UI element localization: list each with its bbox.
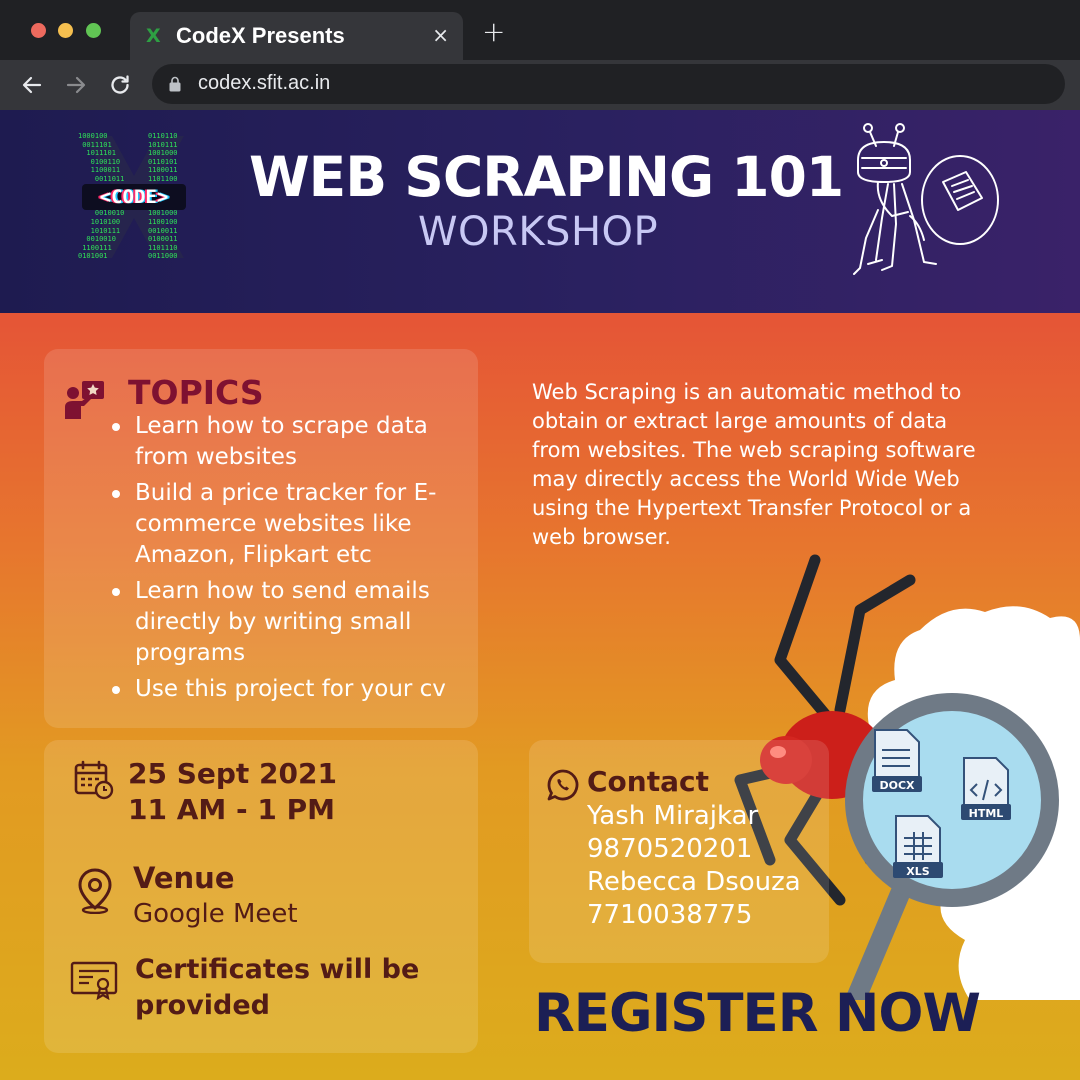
robot-spider-icon	[853, 123, 999, 275]
topic-item: Learn how to send emails directly by wri…	[110, 576, 470, 669]
contact-card: Contact Yash Mirajkar 9870520201 Rebecca…	[529, 740, 829, 963]
contact-phone-2[interactable]: 7710038775	[587, 899, 801, 932]
tab-close-icon[interactable]: ×	[432, 24, 449, 46]
poster-header: 1000100 0011101 1011101 0100110 1100011 …	[0, 110, 1080, 313]
contact-details: Yash Mirajkar 9870520201 Rebecca Dsouza …	[587, 800, 801, 932]
forward-arrow-icon[interactable]	[62, 71, 90, 99]
topics-card: TOPICS Learn how to scrape data from web…	[44, 349, 478, 728]
html-label: HTML	[969, 807, 1004, 820]
address-bar[interactable]: codex.sfit.ac.in	[152, 64, 1065, 104]
codex-favicon-icon: X	[146, 25, 161, 47]
contact-phone-1[interactable]: 9870520201	[587, 833, 801, 866]
poster-title: WEB SCRAPING 101	[249, 145, 844, 209]
minimize-window-button[interactable]	[58, 23, 73, 38]
browser-titlebar: X CodeX Presents × +	[0, 0, 1080, 60]
contact-heading: Contact	[587, 765, 709, 798]
topics-list: Learn how to scrape data from websites B…	[110, 411, 470, 710]
topic-item: Learn how to scrape data from websites	[110, 411, 470, 473]
workshop-poster: 1000100 0011101 1011101 0100110 1100011 …	[0, 110, 1080, 1080]
event-info-card: 25 Sept 2021 11 AM - 1 PM Venue Google M…	[44, 740, 478, 1053]
topics-heading: TOPICS	[128, 373, 264, 412]
browser-tab-active[interactable]: X CodeX Presents ×	[130, 12, 463, 60]
event-time: 11 AM - 1 PM	[128, 793, 335, 826]
topic-item: Build a price tracker for E-commerce web…	[110, 478, 470, 571]
venue-value: Google Meet	[133, 899, 298, 929]
venue-label: Venue	[133, 861, 235, 895]
lock-icon	[169, 76, 181, 92]
url-text: codex.sfit.ac.in	[198, 72, 331, 94]
location-pin-icon	[78, 868, 112, 914]
back-arrow-icon[interactable]	[18, 71, 46, 99]
presenter-icon	[65, 381, 104, 419]
close-window-button[interactable]	[31, 23, 46, 38]
event-date-time: 25 Sept 2021 11 AM - 1 PM	[128, 756, 337, 828]
calendar-icon	[74, 760, 114, 800]
contact-name-1: Yash Mirajkar	[587, 801, 759, 831]
register-now-cta[interactable]: REGISTER NOW	[534, 982, 981, 1046]
codex-logo: 1000100 0011101 1011101 0100110 1100011 …	[78, 132, 190, 262]
contact-name-2: Rebecca Dsouza	[587, 867, 801, 897]
whatsapp-icon	[547, 769, 579, 801]
browser-toolbar: codex.sfit.ac.in	[0, 60, 1080, 110]
workshop-description: Web Scraping is an automatic method to o…	[532, 380, 976, 549]
poster-subtitle: WORKSHOP	[418, 209, 659, 255]
reload-icon[interactable]	[106, 71, 134, 99]
certificates-note: Certificates will be provided	[135, 954, 420, 1021]
tab-title: CodeX Presents	[176, 23, 345, 48]
certificate-icon	[70, 961, 118, 1000]
maximize-window-button[interactable]	[86, 23, 101, 38]
code-logo-text: <CODE>	[82, 184, 186, 210]
topic-item: Use this project for your cv	[110, 674, 470, 705]
docx-label: DOCX	[879, 779, 915, 792]
event-date: 25 Sept 2021	[128, 757, 337, 790]
new-tab-button[interactable]: +	[482, 18, 505, 46]
xls-label: XLS	[906, 865, 929, 878]
